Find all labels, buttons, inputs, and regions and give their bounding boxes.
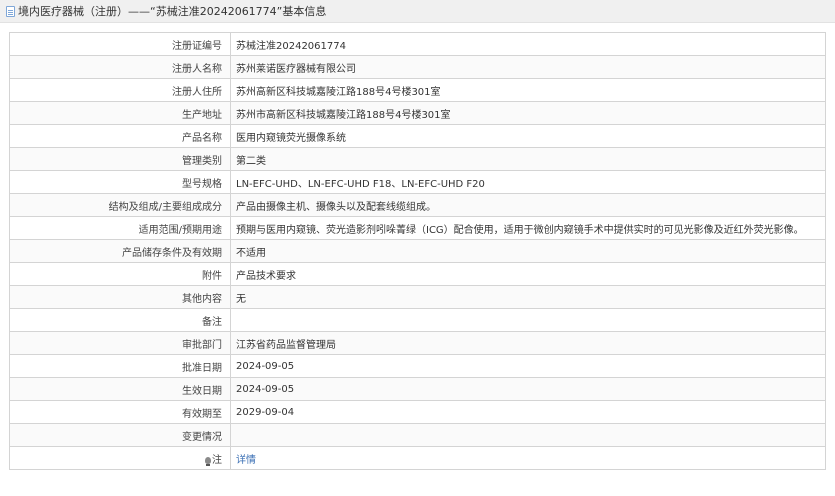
row-label: 注册证编号 <box>9 32 231 56</box>
row-value: 第二类 <box>230 147 826 171</box>
table-row: 型号规格 LN-EFC-UHD、LN-EFC-UHD F18、LN-EFC-UH… <box>9 170 826 194</box>
row-value <box>230 308 826 332</box>
row-label: 注册人名称 <box>9 55 231 79</box>
note-value-cell: 详情 <box>230 446 826 470</box>
row-label: 产品储存条件及有效期 <box>9 239 231 263</box>
table-row: 变更情况 <box>9 423 826 447</box>
info-table-container: 注册证编号 苏械注准20242061774 注册人名称 苏州莱诺医疗器械有限公司… <box>9 32 826 470</box>
page-title: 境内医疗器械（注册）——“苏械注准20242061774”基本信息 <box>18 5 327 18</box>
row-label: 审批部门 <box>9 331 231 355</box>
table-row: 适用范围/预期用途 预期与医用内窥镜、荧光造影剂吲哚菁绿（ICG）配合使用，适用… <box>9 216 826 240</box>
row-value: 江苏省药品监督管理局 <box>230 331 826 355</box>
row-label: 管理类别 <box>9 147 231 171</box>
document-icon <box>6 5 15 17</box>
table-row: 生产地址 苏州市高新区科技城嘉陵江路188号4号楼301室 <box>9 101 826 125</box>
row-value: 产品技术要求 <box>230 262 826 286</box>
table-row: 注册人名称 苏州莱诺医疗器械有限公司 <box>9 55 826 79</box>
row-label: 批准日期 <box>9 354 231 378</box>
row-value: 不适用 <box>230 239 826 263</box>
row-label: 结构及组成/主要组成成分 <box>9 193 231 217</box>
table-row: 注册人住所 苏州高新区科技城嘉陵江路188号4号楼301室 <box>9 78 826 102</box>
table-row: 审批部门 江苏省药品监督管理局 <box>9 331 826 355</box>
row-value <box>230 423 826 447</box>
row-label: 产品名称 <box>9 124 231 148</box>
table-row: 有效期至 2029-09-04 <box>9 400 826 424</box>
row-label: 型号规格 <box>9 170 231 194</box>
row-value: 苏州市高新区科技城嘉陵江路188号4号楼301室 <box>230 101 826 125</box>
row-label: 有效期至 <box>9 400 231 424</box>
table-row-note: 注 详情 <box>9 446 826 470</box>
page-header: 境内医疗器械（注册）——“苏械注准20242061774”基本信息 <box>0 0 835 23</box>
details-link[interactable]: 详情 <box>236 455 256 466</box>
row-value: 2024-09-05 <box>230 377 826 401</box>
row-value: 无 <box>230 285 826 309</box>
table-row: 管理类别 第二类 <box>9 147 826 171</box>
row-value: 苏械注准20242061774 <box>230 32 826 56</box>
row-value: LN-EFC-UHD、LN-EFC-UHD F18、LN-EFC-UHD F20 <box>230 170 826 194</box>
table-row: 其他内容 无 <box>9 285 826 309</box>
table-row: 注册证编号 苏械注准20242061774 <box>9 32 826 56</box>
table-row: 批准日期 2024-09-05 <box>9 354 826 378</box>
note-label-cell: 注 <box>9 446 231 470</box>
lightbulb-icon <box>205 456 211 466</box>
row-label: 变更情况 <box>9 423 231 447</box>
row-value: 产品由摄像主机、摄像头以及配套线缆组成。 <box>230 193 826 217</box>
table-row: 生效日期 2024-09-05 <box>9 377 826 401</box>
row-label: 附件 <box>9 262 231 286</box>
row-value: 医用内窥镜荧光摄像系统 <box>230 124 826 148</box>
table-row: 备注 <box>9 308 826 332</box>
row-label: 生产地址 <box>9 101 231 125</box>
table-row: 结构及组成/主要组成成分 产品由摄像主机、摄像头以及配套线缆组成。 <box>9 193 826 217</box>
row-value: 苏州莱诺医疗器械有限公司 <box>230 55 826 79</box>
info-table: 注册证编号 苏械注准20242061774 注册人名称 苏州莱诺医疗器械有限公司… <box>9 32 826 470</box>
note-label: 注 <box>212 454 222 466</box>
table-row: 产品储存条件及有效期 不适用 <box>9 239 826 263</box>
row-value: 苏州高新区科技城嘉陵江路188号4号楼301室 <box>230 78 826 102</box>
row-label: 备注 <box>9 308 231 332</box>
row-label: 适用范围/预期用途 <box>9 216 231 240</box>
row-value: 2029-09-04 <box>230 400 826 424</box>
row-label: 其他内容 <box>9 285 231 309</box>
row-value: 预期与医用内窥镜、荧光造影剂吲哚菁绿（ICG）配合使用，适用于微创内窥镜手术中提… <box>230 216 826 240</box>
row-label: 注册人住所 <box>9 78 231 102</box>
row-value: 2024-09-05 <box>230 354 826 378</box>
row-label: 生效日期 <box>9 377 231 401</box>
table-row: 附件 产品技术要求 <box>9 262 826 286</box>
table-row: 产品名称 医用内窥镜荧光摄像系统 <box>9 124 826 148</box>
